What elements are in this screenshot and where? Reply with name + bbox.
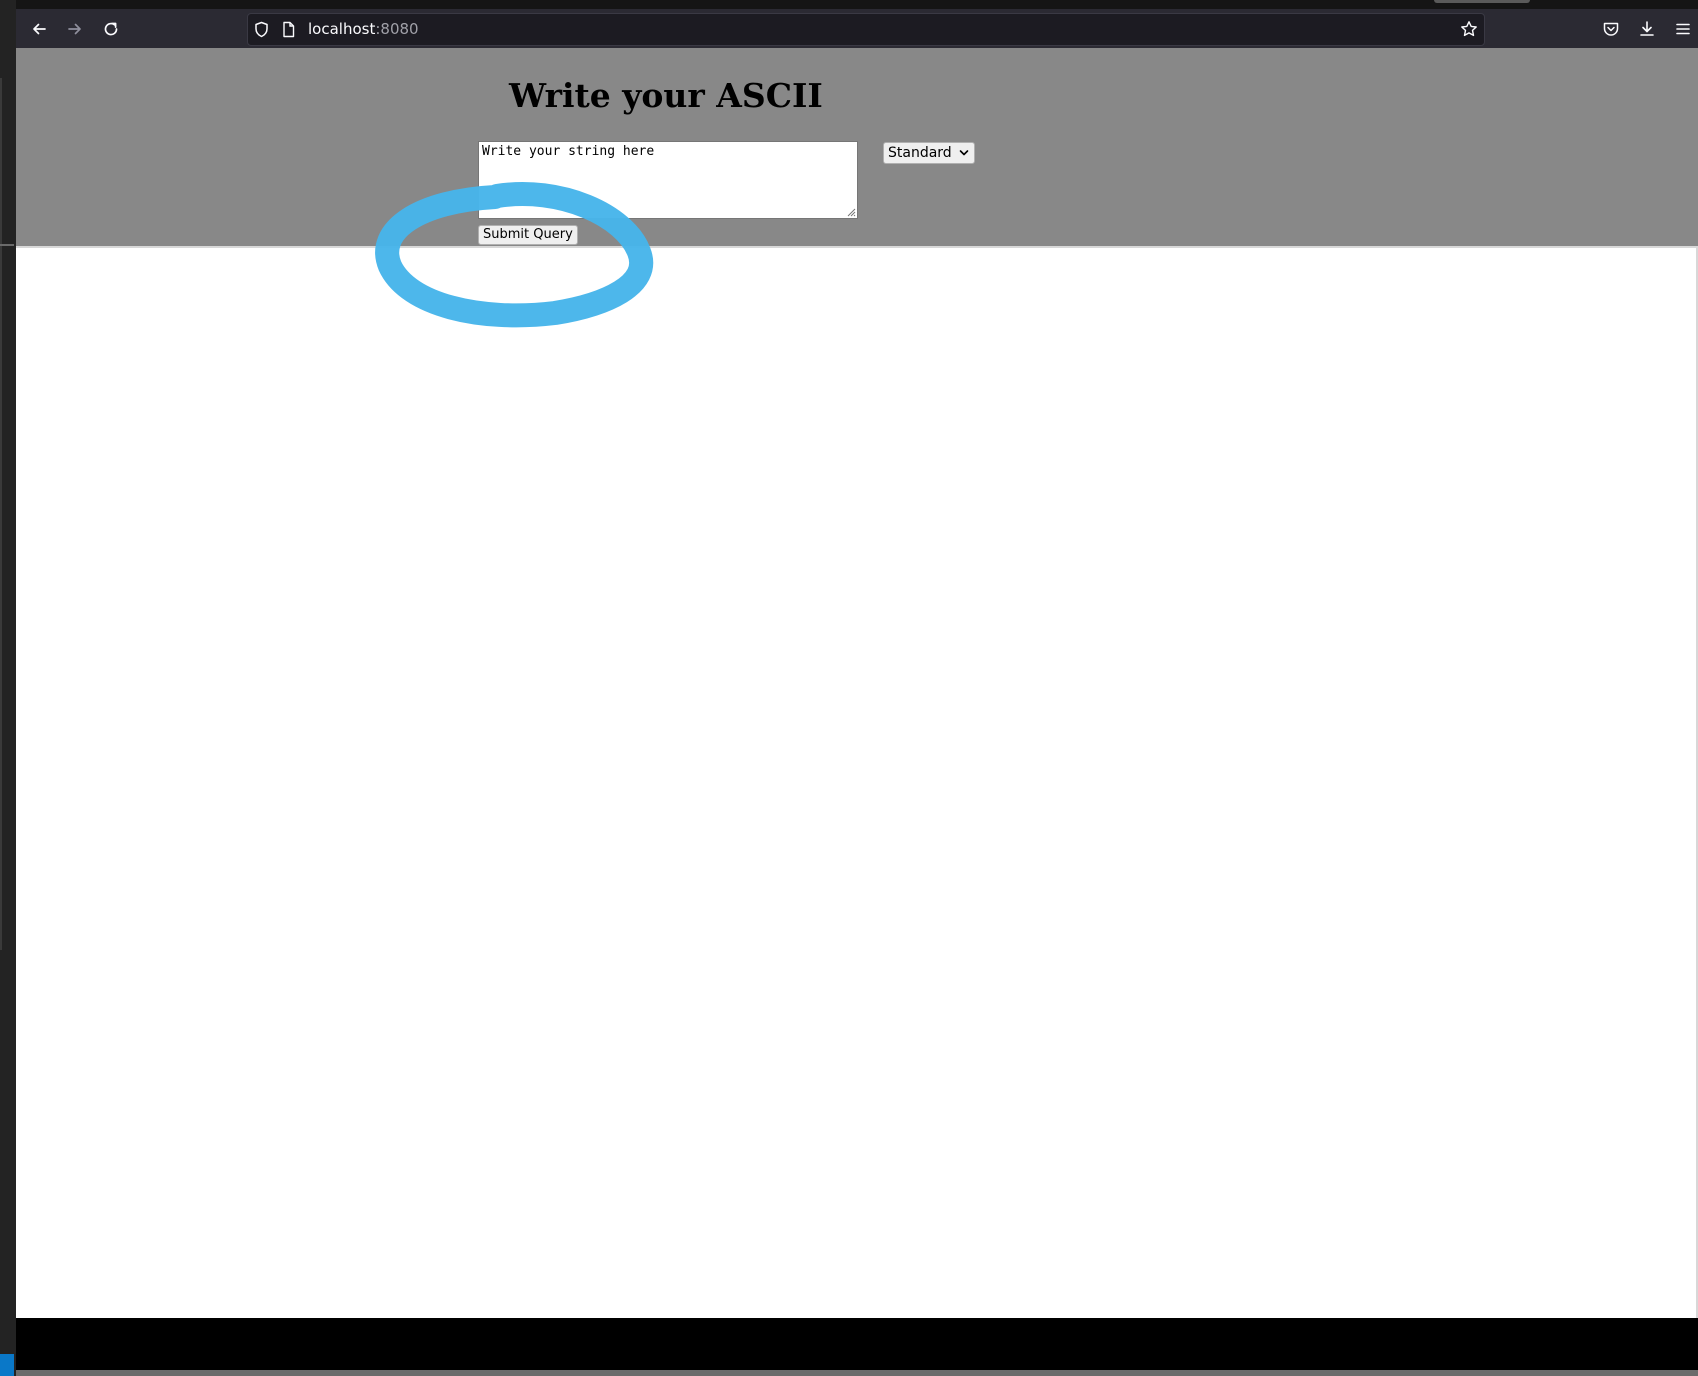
page-title: Write your ASCII	[509, 76, 823, 115]
page-icon[interactable]	[280, 21, 297, 38]
tab-edge	[1434, 0, 1530, 3]
browser-window: localhost:8080 Write your ASCII Write yo…	[16, 0, 1698, 1376]
url-text[interactable]: localhost:8080	[308, 19, 419, 39]
taskbar-accent	[0, 1354, 14, 1376]
pocket-icon	[1603, 22, 1619, 36]
pocket-button[interactable]	[1596, 14, 1626, 44]
chevron-down-icon	[959, 150, 969, 156]
desktop-mark	[0, 244, 14, 246]
forward-button[interactable]	[60, 14, 90, 44]
bookmark-star-icon[interactable]	[1460, 20, 1478, 38]
ascii-text-input[interactable]: Write your string here	[478, 141, 858, 219]
downloads-button[interactable]	[1632, 14, 1662, 44]
back-arrow-icon	[33, 23, 46, 35]
page-viewport: Write your ASCII Write your string here …	[16, 48, 1698, 1318]
url-host: localhost	[308, 20, 376, 38]
output-area	[16, 248, 1698, 1318]
url-port: :8080	[375, 20, 419, 38]
browser-toolbar: localhost:8080	[16, 9, 1698, 48]
download-icon	[1640, 21, 1654, 36]
bottom-bar	[16, 1318, 1698, 1370]
menu-button[interactable]	[1668, 14, 1698, 44]
back-button[interactable]	[24, 14, 54, 44]
submit-button[interactable]: Submit Query	[478, 225, 578, 245]
forward-arrow-icon	[68, 23, 81, 35]
form-header: Write your ASCII Write your string here …	[16, 48, 1698, 248]
reload-icon	[104, 22, 118, 36]
resize-grip-icon[interactable]	[846, 207, 856, 217]
font-style-select[interactable]: Standard	[883, 142, 975, 164]
url-bar[interactable]: localhost:8080	[247, 13, 1485, 46]
desktop-edge	[0, 0, 16, 1376]
bottom-edge	[16, 1370, 1698, 1376]
shield-icon[interactable]	[253, 21, 270, 38]
font-style-selected: Standard	[888, 145, 952, 161]
reload-button[interactable]	[96, 14, 126, 44]
menu-icon	[1676, 23, 1690, 35]
tab-strip	[16, 0, 1698, 9]
desktop-strip	[0, 78, 2, 950]
